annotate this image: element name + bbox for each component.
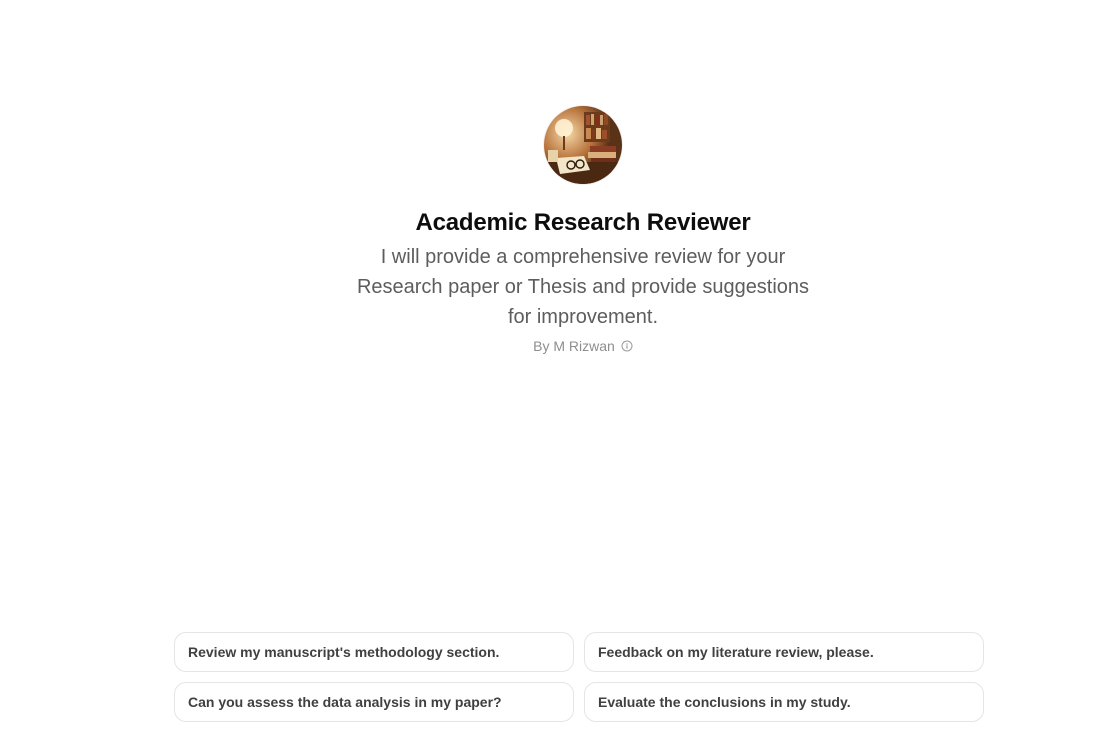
gpt-author: By M Rizwan: [533, 336, 633, 356]
starter-button[interactable]: Review my manuscript's methodology secti…: [174, 632, 574, 672]
info-icon[interactable]: [621, 340, 633, 352]
gpt-title: Academic Research Reviewer: [415, 209, 751, 236]
gpt-header: Academic Research Reviewer I will provid…: [0, 106, 1120, 356]
conversation-starters: Review my manuscript's methodology secti…: [174, 632, 984, 722]
author-label: By M Rizwan: [533, 338, 615, 354]
starter-button[interactable]: Evaluate the conclusions in my study.: [584, 682, 984, 722]
gpt-avatar: [544, 106, 622, 184]
starter-button[interactable]: Feedback on my literature review, please…: [584, 632, 984, 672]
starter-button[interactable]: Can you assess the data analysis in my p…: [174, 682, 574, 722]
gpt-description: I will provide a comprehensive review fo…: [356, 246, 810, 328]
gpt-start-page: Academic Research Reviewer I will provid…: [0, 0, 1120, 736]
